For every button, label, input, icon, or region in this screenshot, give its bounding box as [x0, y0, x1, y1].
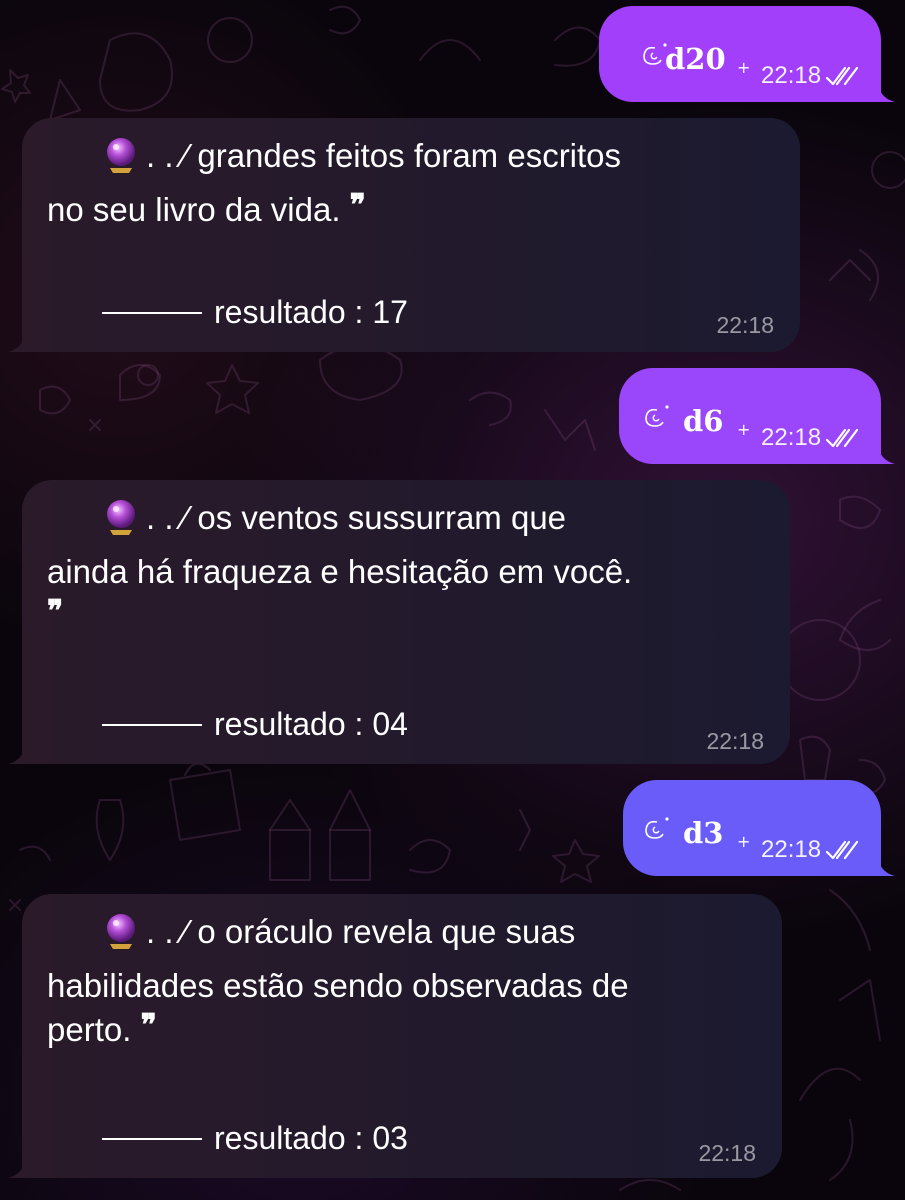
incoming-message[interactable]: . . ⁄ os ventos sussurram que ainda há f… [8, 480, 790, 764]
message-time: 22:18 [698, 1140, 756, 1166]
crystal-ball-icon [107, 914, 135, 949]
quote-mark: ❞ [47, 594, 64, 629]
plus-sign: + [737, 832, 751, 851]
result-label: resultado : 03 [214, 1120, 408, 1156]
outgoing-message[interactable]: d3 + 22:18 [623, 780, 895, 876]
incoming-message[interactable]: . . ⁄ o oráculo revela que suas habilida… [8, 894, 782, 1178]
crystal-ball-icon [107, 138, 135, 173]
result-label: resultado : 04 [214, 706, 408, 742]
message-time: 22:18 [761, 424, 822, 451]
crystal-ball-icon [107, 500, 135, 535]
read-checkmarks-icon [825, 428, 859, 448]
message-time: 22:18 [761, 62, 822, 89]
message-lead-line: . . ⁄ grandes feitos foram escritos [146, 137, 622, 174]
message-text: no seu livro da vida. [47, 191, 350, 228]
dice-result: resultado : 04 [102, 706, 408, 743]
dice-result: resultado : 17 [102, 294, 408, 331]
message-body: no seu livro da vida. ❞ [47, 188, 366, 234]
outgoing-message[interactable]: d20 + 22:18 [599, 6, 895, 102]
swirl-icon [645, 405, 669, 427]
bubble-tail [8, 330, 36, 352]
quote-mark: ❞ [140, 1008, 157, 1043]
result-dash [102, 311, 202, 314]
result-label: resultado : 17 [214, 294, 408, 330]
result-dash [102, 723, 202, 726]
read-checkmarks-icon [825, 840, 859, 860]
plus-sign: + [737, 420, 751, 439]
message-time: 22:18 [761, 836, 822, 863]
plus-sign: + [737, 58, 751, 77]
message-lead-line: . . ⁄ o oráculo revela que suas [146, 913, 576, 950]
result-dash [102, 1137, 202, 1140]
incoming-message[interactable]: . . ⁄ grandes feitos foram escritos no s… [8, 118, 800, 352]
message-text: habilidades estão sendo observadas de pe… [47, 967, 629, 1048]
message-body: ainda há fraqueza e hesitação em você. ❞ [47, 550, 632, 640]
message-time: 22:18 [706, 728, 764, 754]
swirl-icon [645, 817, 669, 839]
bubble-tail [8, 1156, 36, 1178]
outgoing-message[interactable]: d6 + 22:18 [619, 368, 895, 464]
quote-mark: ❞ [349, 188, 366, 223]
dice-command: d3 [683, 816, 724, 850]
dice-command: d6 [683, 404, 724, 438]
dice-result: resultado : 03 [102, 1120, 408, 1157]
message-time: 22:18 [716, 312, 774, 338]
read-checkmarks-icon [825, 66, 859, 86]
message-body: habilidades estão sendo observadas de pe… [47, 964, 629, 1054]
bubble-tail [8, 742, 36, 764]
dice-command: d20 [665, 42, 726, 76]
message-text: ainda há fraqueza e hesitação em você. [47, 553, 633, 590]
message-lead-line: . . ⁄ os ventos sussurram que [146, 499, 567, 536]
